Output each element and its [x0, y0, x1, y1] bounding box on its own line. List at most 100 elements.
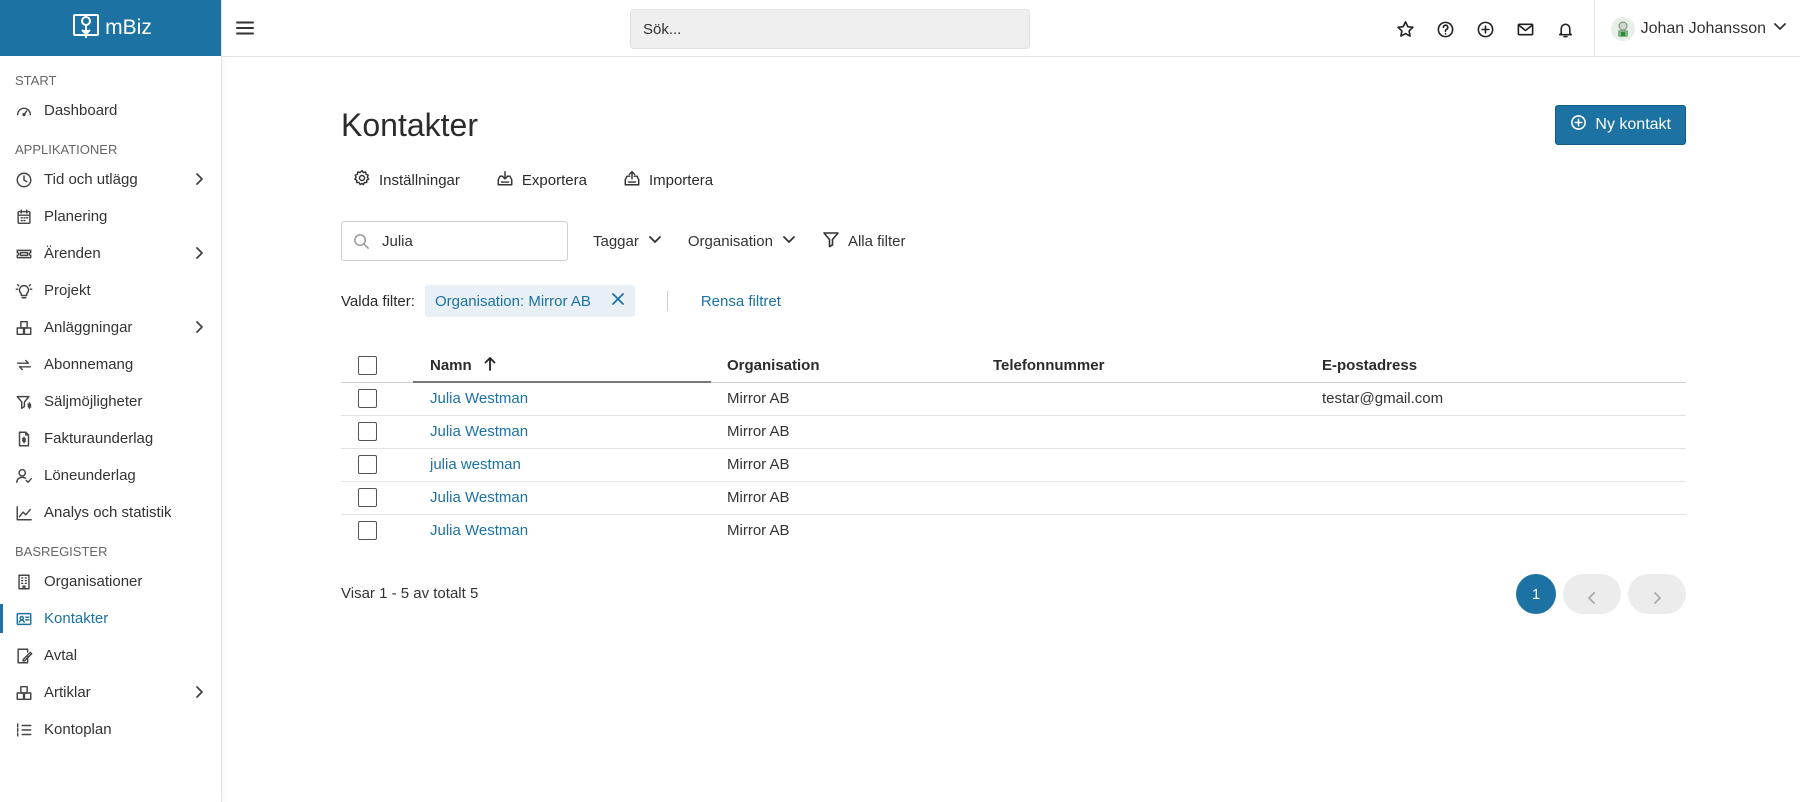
- table-row: Julia Westman Mirror AB testar@gmail.com: [341, 382, 1686, 416]
- chevron-right-icon: [191, 245, 207, 261]
- sidebar-item-label: Kontoplan: [44, 721, 112, 738]
- lightbulb-icon: [14, 281, 34, 301]
- row-checkbox[interactable]: [358, 389, 377, 408]
- new-contact-button[interactable]: Ny kontakt: [1555, 105, 1686, 145]
- table-row: Julia Westman Mirror AB: [341, 481, 1686, 515]
- organisation-cell: Mirror AB: [711, 481, 993, 515]
- next-page-button[interactable]: [1628, 574, 1686, 614]
- logo[interactable]: mBiz: [0, 0, 221, 56]
- export-button[interactable]: Exportera: [496, 169, 587, 191]
- sidebar-item-label: Säljmöjligheter: [44, 393, 143, 410]
- sidebar-item-tid-och-utlagg[interactable]: Tid och utlägg: [0, 161, 221, 198]
- selected-filters: Valda filter: Organisation: Mirror AB Re…: [341, 285, 781, 317]
- contact-card-icon: [14, 609, 34, 629]
- select-all-cell: [341, 350, 413, 383]
- sidebar-item-kontoplan[interactable]: Kontoplan: [0, 711, 221, 748]
- gear-icon: [353, 169, 371, 191]
- import-button[interactable]: Importera: [623, 169, 713, 191]
- contact-search: [341, 221, 568, 261]
- prev-page-button[interactable]: [1563, 574, 1621, 614]
- row-checkbox-cell: [341, 514, 413, 547]
- page-button-current[interactable]: 1: [1516, 574, 1556, 614]
- sidebar-item-label: Tid och utlägg: [44, 171, 138, 188]
- settings-button[interactable]: Inställningar: [353, 169, 460, 191]
- selected-filters-label: Valda filter:: [341, 292, 415, 310]
- sidebar-item-label: Organisationer: [44, 573, 143, 590]
- sidebar-item-kontakter[interactable]: Kontakter: [0, 600, 221, 637]
- arrow-up-icon: [482, 356, 498, 376]
- invoice-icon: [14, 429, 34, 449]
- chevron-down-icon: [647, 231, 663, 251]
- results-summary: Visar 1 - 5 av totalt 5: [341, 585, 479, 602]
- search-icon: [354, 234, 369, 249]
- brand-name: mBiz: [105, 16, 152, 39]
- close-icon[interactable]: [611, 292, 625, 310]
- contact-search-input[interactable]: [382, 222, 562, 260]
- all-filters-button[interactable]: Alla filter: [822, 230, 906, 252]
- add-circle-icon[interactable]: [1473, 17, 1497, 41]
- repeat-icon: [14, 355, 34, 375]
- row-checkbox-cell: [341, 415, 413, 449]
- organisation-dropdown[interactable]: Organisation: [688, 231, 797, 251]
- sidebar-item-saljmojligheter[interactable]: Säljmöjligheter: [0, 383, 221, 420]
- sidebar-item-organisationer[interactable]: Organisationer: [0, 563, 221, 600]
- mail-icon[interactable]: [1513, 17, 1537, 41]
- phone-cell: [993, 382, 1322, 416]
- contact-name-link[interactable]: Julia Westman: [430, 522, 528, 539]
- name-cell: julia westman: [413, 448, 711, 482]
- sidebar-item-planering[interactable]: Planering: [0, 198, 221, 235]
- sidebar-item-label: Artiklar: [44, 684, 91, 701]
- chevron-right-icon: [191, 171, 207, 187]
- sidebar-item-abonnemang[interactable]: Abonnemang: [0, 346, 221, 383]
- column-header-name[interactable]: Namn: [413, 350, 711, 383]
- sidebar-item-loneunderlag[interactable]: Löneunderlag: [0, 457, 221, 494]
- contact-name-link[interactable]: Julia Westman: [430, 423, 528, 440]
- sidebar-item-artiklar[interactable]: Artiklar: [0, 674, 221, 711]
- bell-icon[interactable]: [1553, 17, 1577, 41]
- global-search-input[interactable]: [630, 9, 1030, 49]
- select-all-checkbox[interactable]: [358, 356, 377, 376]
- name-cell: Julia Westman: [413, 382, 711, 416]
- topbar: Johan Johansson: [222, 0, 1800, 57]
- filter-chip-label: Organisation: Mirror AB: [434, 292, 591, 310]
- sidebar-item-arenden[interactable]: Ärenden: [0, 235, 221, 272]
- organisation-cell: Mirror AB: [711, 415, 993, 449]
- phone-cell: [993, 514, 1322, 547]
- contact-name-link[interactable]: Julia Westman: [430, 390, 528, 407]
- column-header-email[interactable]: E-postadress: [1322, 350, 1686, 383]
- all-filters-label: Alla filter: [847, 232, 906, 250]
- column-header-phone[interactable]: Telefonnummer: [993, 350, 1322, 383]
- sidebar-item-label: Löneunderlag: [44, 467, 136, 484]
- logo-icon: [69, 8, 103, 48]
- menu-icon[interactable]: [234, 17, 258, 41]
- table-row: Julia Westman Mirror AB: [341, 415, 1686, 449]
- contact-name-link[interactable]: julia westman: [430, 456, 521, 473]
- sidebar-item-analys-och-statistik[interactable]: Analys och statistik: [0, 494, 221, 531]
- chevron-down-icon: [1772, 18, 1788, 39]
- row-checkbox-cell: [341, 481, 413, 515]
- email-cell: [1322, 448, 1686, 482]
- clear-filter-link[interactable]: Rensa filtret: [701, 293, 781, 310]
- sidebar-item-avtal[interactable]: Avtal: [0, 637, 221, 674]
- sidebar-item-label: Dashboard: [44, 102, 118, 119]
- clock-icon: [14, 170, 34, 190]
- tags-dropdown[interactable]: Taggar: [593, 231, 663, 251]
- row-checkbox[interactable]: [358, 455, 377, 474]
- sidebar-item-dashboard[interactable]: Dashboard: [0, 92, 221, 129]
- user-name: Johan Johansson: [1640, 19, 1766, 37]
- row-checkbox-cell: [341, 382, 413, 416]
- row-checkbox[interactable]: [358, 521, 377, 541]
- user-menu[interactable]: Johan Johansson: [1593, 0, 1788, 57]
- sidebar-item-anlaggningar[interactable]: Anläggningar: [0, 309, 221, 346]
- column-header-organisation[interactable]: Organisation: [711, 350, 993, 383]
- row-checkbox[interactable]: [358, 422, 377, 441]
- sidebar-item-projekt[interactable]: Projekt: [0, 272, 221, 309]
- row-checkbox[interactable]: [358, 488, 377, 507]
- contact-name-link[interactable]: Julia Westman: [430, 489, 528, 506]
- sidebar-item-fakturaunderlag[interactable]: Fakturaunderlag: [0, 420, 221, 457]
- add-circle-icon: [1570, 114, 1587, 136]
- star-icon[interactable]: [1393, 17, 1417, 41]
- row-checkbox-cell: [341, 448, 413, 482]
- help-icon[interactable]: [1433, 17, 1457, 41]
- chevron-right-icon: [191, 684, 207, 700]
